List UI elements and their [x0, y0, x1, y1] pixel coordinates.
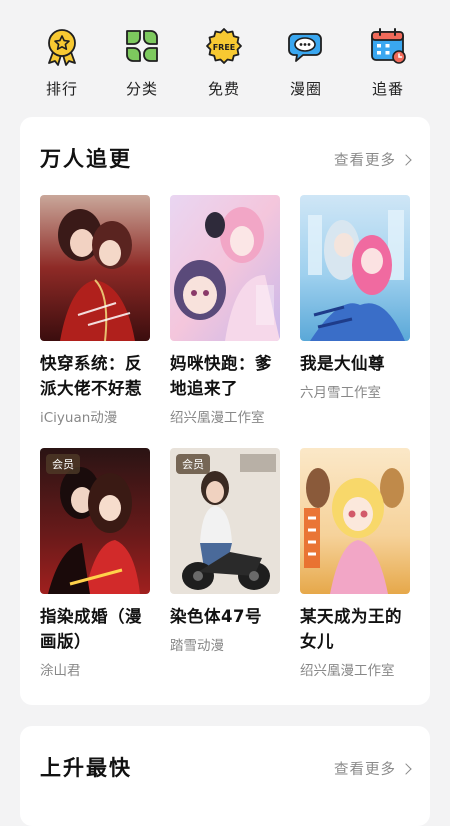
comic-author: 六月雪工作室: [300, 385, 381, 401]
calendar-icon: [371, 28, 406, 64]
chevron-right-icon: [400, 763, 412, 775]
view-more-label: 查看更多: [334, 153, 396, 169]
quick-nav: 排行 分类 FREE 免费 漫圈 追番: [0, 0, 450, 108]
chevron-right-icon: [400, 154, 412, 166]
view-more-label: 查看更多: [334, 762, 396, 778]
comic-author: 绍兴凰漫工作室: [300, 663, 395, 679]
nav-label-circle: 漫圈: [289, 80, 322, 98]
comic-author: 踏雪动漫: [170, 638, 224, 654]
comic-author: 绍兴凰漫工作室: [170, 410, 265, 426]
nav-item-follow[interactable]: 追番: [353, 26, 423, 100]
view-more-link[interactable]: 查看更多: [334, 149, 412, 170]
nav-label-follow: 追番: [371, 80, 404, 98]
nav-label-ranking: 排行: [45, 80, 78, 98]
section-card-rising: 上升最快 查看更多: [20, 726, 430, 826]
comic-cover[interactable]: [170, 195, 280, 341]
category-leaves-icon: [126, 30, 158, 62]
nav-item-ranking[interactable]: 排行: [27, 26, 97, 100]
nav-label-category: 分类: [125, 80, 158, 98]
section-title: 上升最快: [40, 756, 132, 780]
comic-item[interactable]: 某天成为王的女儿 绍兴凰漫工作室: [300, 448, 410, 679]
vip-badge: 会员: [176, 454, 210, 474]
comic-item[interactable]: 妈咪快跑：爹地追来了 绍兴凰漫工作室: [170, 195, 280, 426]
comic-title: 我是大仙尊: [300, 354, 385, 373]
comic-cover[interactable]: 会员: [40, 448, 150, 594]
comic-item[interactable]: 我是大仙尊 六月雪工作室: [300, 195, 410, 401]
nav-item-free[interactable]: FREE 免费: [189, 26, 259, 100]
comic-cover[interactable]: 会员: [170, 448, 280, 594]
comic-cover[interactable]: [40, 195, 150, 341]
vip-badge: 会员: [46, 454, 80, 474]
section-title: 万人追更: [40, 147, 132, 171]
comic-author: iCiyuan动漫: [40, 410, 118, 426]
ranking-medal-icon: [48, 29, 76, 66]
nav-item-category[interactable]: 分类: [107, 26, 177, 100]
nav-item-circle[interactable]: 漫圈: [271, 26, 341, 100]
free-badge-icon: FREE: [206, 28, 242, 64]
view-more-link[interactable]: 查看更多: [334, 758, 412, 779]
chat-bubble-icon: [288, 33, 322, 62]
comic-author: 涂山君: [40, 663, 81, 679]
comic-item[interactable]: 快穿系统：反派大佬不好惹 iCiyuan动漫: [40, 195, 150, 426]
comic-item[interactable]: 会员 指染成婚（漫画版） 涂山君: [40, 448, 150, 679]
section-card-popular: 万人追更 查看更多 快穿系统：反派大佬不好惹 iCiyuan动漫 妈咪快跑：爹地…: [20, 117, 430, 705]
comic-title: 某天成为王的女儿: [300, 607, 402, 651]
comic-title: 妈咪快跑：爹地追来了: [170, 354, 272, 398]
nav-label-free: 免费: [207, 80, 240, 98]
comic-title: 快穿系统：反派大佬不好惹: [40, 354, 142, 398]
comic-title: 指染成婚（漫画版）: [40, 607, 142, 651]
comic-title: 染色体47号: [170, 607, 262, 626]
comic-cover[interactable]: [300, 448, 410, 594]
free-badge-text: FREE: [213, 43, 236, 52]
comic-item[interactable]: 会员 染色体47号 踏雪动漫: [170, 448, 280, 654]
comic-cover[interactable]: [300, 195, 410, 341]
